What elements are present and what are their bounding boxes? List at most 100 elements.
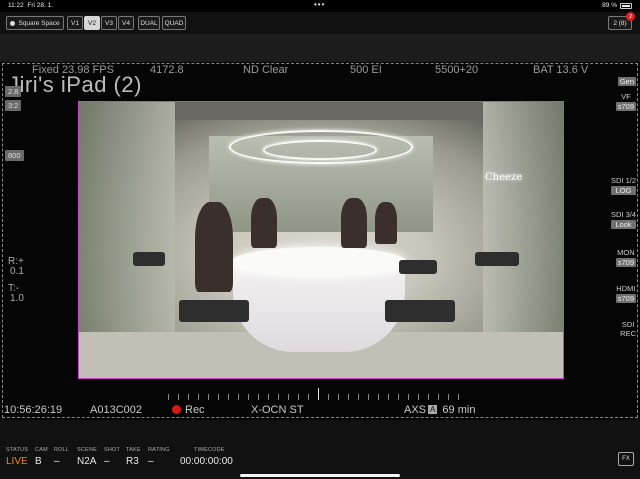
- quad-view-button[interactable]: QUAD: [162, 16, 186, 30]
- scale-tick: [448, 394, 449, 400]
- camera-monitor[interactable]: Cheeze Jiri's iPad (2) Fixed 23.98 FPS 4…: [0, 62, 640, 420]
- scale-tick: [218, 394, 219, 400]
- stool-back-right: [399, 260, 437, 274]
- scene-field[interactable]: SCENE N2A: [77, 447, 97, 467]
- aspect-top-badge: 2.8: [5, 86, 22, 97]
- view-v3-button[interactable]: V3: [101, 16, 117, 30]
- scale-tick: [168, 394, 169, 400]
- sdi12-output: SDI 1/2 LOG: [610, 176, 636, 195]
- scale-tick: [318, 388, 319, 400]
- scale-tick: [358, 394, 359, 400]
- scale-tick: [228, 394, 229, 400]
- media-readout: AXS A 69 min: [404, 404, 476, 416]
- hdmi-output: HDMI s709: [615, 284, 636, 303]
- stool-front-right: [385, 300, 455, 322]
- stool-far-right: [475, 252, 519, 266]
- scale-tick: [278, 394, 279, 400]
- scale-tick: [438, 394, 439, 400]
- scale-tick: [418, 394, 419, 400]
- fps-readout[interactable]: Fixed 23.98 FPS: [32, 64, 114, 76]
- shutter-readout[interactable]: 4172.8: [150, 64, 184, 76]
- scale-tick: [378, 394, 379, 400]
- toolbar: Square Space V1 V2 V3 V4 DUAL QUAD 2 (8)…: [0, 12, 640, 34]
- battery-readout: BAT 13.6 V: [533, 64, 589, 76]
- sdi-rec-output: SDI REC: [620, 320, 636, 338]
- nd-readout[interactable]: ND Clear: [243, 64, 288, 76]
- notification-badge: 2: [626, 12, 635, 21]
- video-feed: Cheeze: [78, 101, 564, 379]
- clock: 11:22 Fri 28. 1.: [8, 2, 54, 9]
- battery-indicator: 89 %: [602, 2, 632, 9]
- view-v1-button[interactable]: V1: [67, 16, 83, 30]
- t-value: 1.0: [10, 293, 24, 304]
- left-wall: [79, 102, 175, 332]
- scale-tick: [308, 394, 309, 400]
- right-wall: [483, 102, 563, 332]
- scale-tick: [458, 394, 459, 400]
- stool-front-left: [179, 300, 249, 322]
- scale-tick: [258, 394, 259, 400]
- status-field[interactable]: STATUS LIVE: [6, 447, 28, 467]
- rec-icon: [172, 405, 181, 414]
- multitasking-dots-icon[interactable]: •••: [314, 0, 325, 9]
- scale-tick: [368, 394, 369, 400]
- r-value: 0.1: [10, 266, 24, 277]
- home-indicator[interactable]: [240, 474, 400, 477]
- rating-field[interactable]: RATING –: [148, 447, 170, 467]
- scale-tick: [248, 394, 249, 400]
- roll-field[interactable]: ROLL –: [54, 447, 69, 467]
- devices-button[interactable]: 2 (8) 2: [608, 12, 635, 30]
- person-center-left: [251, 198, 277, 248]
- top-band: [0, 34, 640, 62]
- scale-tick: [388, 394, 389, 400]
- take-field[interactable]: TAKE R3: [126, 447, 141, 467]
- view-v4-button[interactable]: V4: [118, 16, 134, 30]
- view-v2-button[interactable]: V2: [84, 16, 100, 30]
- white-balance-readout[interactable]: 5500+20: [435, 64, 478, 76]
- cam-field[interactable]: CAM B: [35, 447, 48, 467]
- bar-counter-top: [231, 247, 407, 277]
- scale-tick: [328, 394, 329, 400]
- person-right: [375, 202, 397, 244]
- timecode-readout: 10:56:26:19: [4, 404, 63, 416]
- scale-tick: [208, 394, 209, 400]
- timecode-field[interactable]: TIMECODE 00:00:00:00: [180, 447, 233, 467]
- scale-tick: [238, 394, 239, 400]
- mon-output: MON s709: [615, 248, 636, 267]
- light-ring-inner: [263, 140, 377, 160]
- fx-button[interactable]: FX: [618, 452, 634, 466]
- iso-badge: 800: [5, 150, 24, 161]
- level-scale: [168, 386, 468, 400]
- camera-icon: [10, 20, 16, 26]
- aspect-ratio-badge: 3:2: [5, 100, 22, 111]
- system-status-bar: 11:22 Fri 28. 1. ••• 89 %: [0, 0, 640, 11]
- ei-readout[interactable]: 500 EI: [350, 64, 382, 76]
- person-center-right: [341, 198, 367, 248]
- scale-tick: [198, 394, 199, 400]
- scale-tick: [178, 394, 179, 400]
- camera-selector-button[interactable]: Square Space: [6, 16, 64, 30]
- codec-readout: X-OCN ST: [251, 404, 304, 416]
- gen-tag: Gen: [617, 77, 636, 86]
- vf-output: VF s709: [615, 92, 636, 111]
- shot-field[interactable]: SHOT –: [104, 447, 120, 467]
- clip-name: A013C002: [90, 404, 142, 416]
- rec-status: Rec: [172, 404, 205, 416]
- scale-tick: [408, 394, 409, 400]
- stool-back-left: [133, 252, 165, 266]
- scale-tick: [268, 394, 269, 400]
- dual-view-button[interactable]: DUAL: [138, 16, 160, 30]
- ceiling: [157, 102, 487, 120]
- scale-tick: [338, 394, 339, 400]
- metadata-bar: STATUS LIVE CAM B ROLL – SCENE N2A SHOT …: [0, 420, 640, 479]
- scale-tick: [298, 394, 299, 400]
- person-left: [195, 202, 233, 292]
- scale-tick: [428, 394, 429, 400]
- scale-tick: [188, 394, 189, 400]
- scale-tick: [398, 394, 399, 400]
- sdi34-output: SDI 3/4 Look: [610, 210, 636, 229]
- scale-tick: [288, 394, 289, 400]
- battery-icon: [620, 2, 632, 9]
- scale-tick: [348, 394, 349, 400]
- wall-signage: Cheeze: [485, 172, 523, 183]
